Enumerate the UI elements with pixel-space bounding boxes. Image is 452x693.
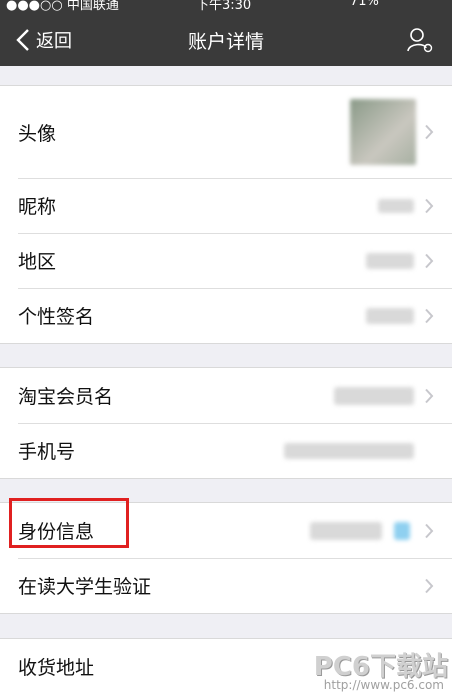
student-verification-label: 在读大学生验证 [18, 576, 152, 598]
avatar-row[interactable]: 头像 [0, 86, 452, 178]
navigation-bar: 返回 账户详情 [0, 12, 452, 66]
chevron-right-icon [425, 308, 434, 323]
phone-label: 手机号 [18, 441, 76, 463]
taobao-member-label: 淘宝会员名 [18, 386, 114, 408]
page-title: 账户详情 [187, 31, 264, 53]
avatar-label: 头像 [18, 122, 57, 145]
student-verification-row[interactable]: 在读大学生验证 [0, 558, 452, 613]
chevron-right-icon [425, 198, 434, 213]
identity-badge-blurred [394, 521, 410, 540]
profile-group: 头像 昵称 地区 个性签名 [0, 85, 452, 344]
signature-row[interactable]: 个性签名 [0, 288, 452, 343]
region-label: 地区 [18, 251, 57, 273]
region-value-blurred [366, 252, 414, 269]
chevron-right-icon [425, 253, 434, 268]
phone-row[interactable]: 手机号 [0, 423, 452, 478]
carrier-text: ●●●○○ 中国联通 [6, 0, 119, 12]
account-group: 淘宝会员名 手机号 [0, 367, 452, 479]
chevron-right-icon [425, 578, 434, 593]
user-settings-icon[interactable] [406, 26, 434, 54]
taobao-member-value-blurred [334, 386, 414, 405]
watermark-url: http://www.pc6.com [323, 678, 444, 692]
nickname-label: 昵称 [18, 196, 57, 218]
taobao-member-row[interactable]: 淘宝会员名 [0, 368, 452, 423]
identity-value-blurred [310, 521, 382, 540]
signature-label: 个性签名 [18, 306, 95, 328]
avatar [350, 99, 416, 165]
status-bar: ●●●○○ 中国联通 下午3:30 71% [0, 0, 452, 12]
identity-info-label: 身份信息 [18, 521, 95, 543]
signature-value-blurred [366, 307, 414, 324]
phone-value-blurred [284, 442, 414, 459]
chevron-right-icon [425, 388, 434, 403]
nickname-row[interactable]: 昵称 [0, 178, 452, 233]
chevron-right-icon [425, 523, 434, 538]
battery-text: 71% [350, 0, 379, 9]
region-row[interactable]: 地区 [0, 233, 452, 288]
chevron-right-icon [425, 124, 434, 140]
shipping-address-label: 收货地址 [18, 657, 95, 679]
verification-group: 身份信息 在读大学生验证 [0, 502, 452, 614]
identity-info-row[interactable]: 身份信息 [0, 503, 452, 558]
clock-text: 下午3:30 [196, 0, 252, 12]
nickname-value-blurred [378, 198, 414, 213]
